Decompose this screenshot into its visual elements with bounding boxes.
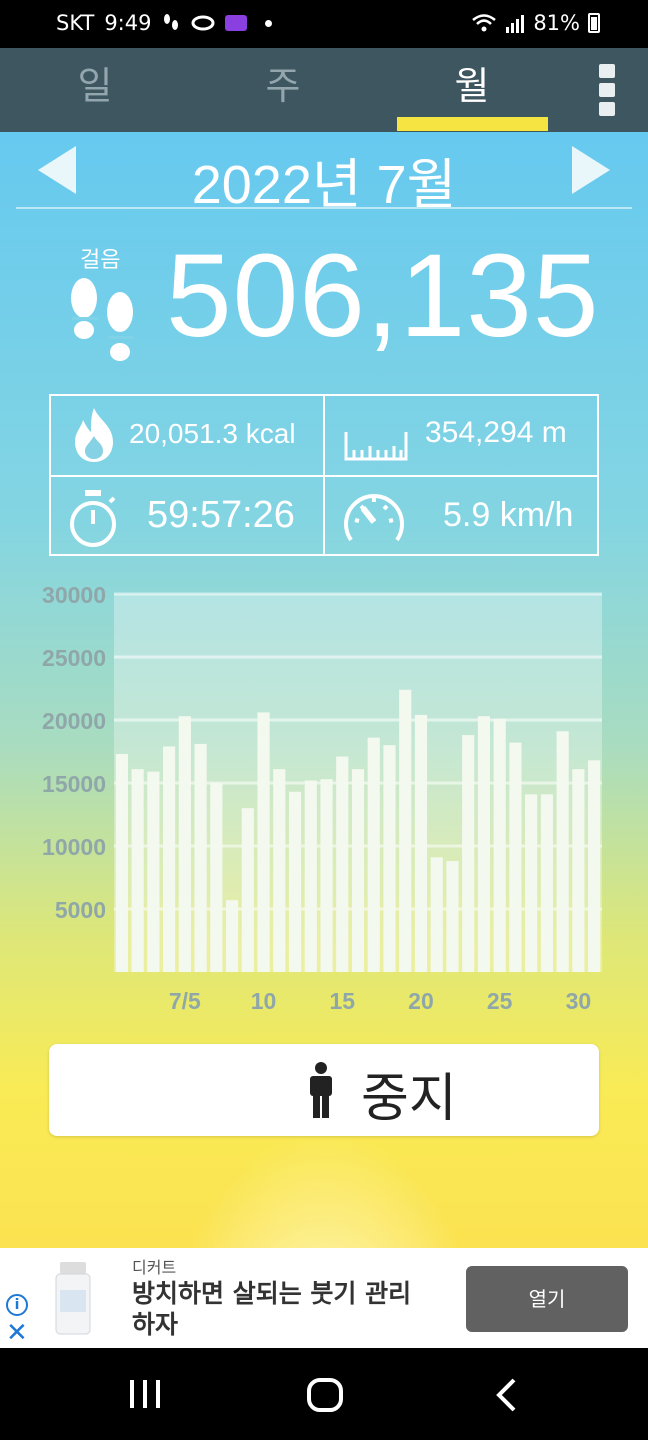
chart-bar — [194, 743, 207, 972]
chart-bar — [525, 794, 538, 972]
menu-dot — [599, 102, 615, 116]
daily-steps-chart: 5000 10000 15000 20000 25000 30000 7/5 10 15 20 25… — [42, 582, 602, 1014]
back-icon[interactable] — [494, 1378, 518, 1412]
ad-info-icon[interactable]: i — [6, 1294, 28, 1316]
chart-bar — [493, 718, 506, 972]
chart-bar — [556, 731, 569, 972]
header-divider — [16, 207, 632, 209]
chart-bar — [540, 794, 553, 972]
battery-percent: 81% — [533, 11, 580, 35]
signal-icon — [506, 15, 525, 33]
chart-bar — [351, 769, 365, 972]
steps-notification-icon — [164, 14, 179, 30]
fire-icon — [75, 408, 113, 462]
period-tab-bar: 일 주 월 — [0, 48, 648, 132]
stop-button[interactable]: 중지 — [49, 1044, 599, 1136]
app-notification-icon — [225, 15, 248, 31]
chart-bar — [572, 769, 585, 972]
chart-bar — [163, 746, 176, 972]
bowl-notification-icon — [191, 15, 215, 31]
stop-button-label: 중지 — [361, 1069, 457, 1129]
ad-brand: 디커트 — [132, 1258, 177, 1277]
active-tab-indicator — [397, 117, 548, 131]
home-icon[interactable] — [306, 1378, 344, 1412]
next-month-button[interactable] — [572, 146, 610, 194]
tab-week[interactable]: 주 — [208, 48, 358, 132]
y-tick-label: 25000 — [42, 645, 106, 671]
ad-headline: 방치하면 살되는 붓기 관리하자 — [132, 1279, 412, 1339]
ad-close-icon[interactable]: ✕ — [6, 1320, 28, 1346]
x-tick-label: 10 — [251, 988, 277, 1014]
chart-bar — [588, 760, 601, 972]
stopwatch-icon — [70, 490, 116, 547]
steps-label: 걸음 — [80, 248, 121, 273]
chart-bar — [462, 735, 475, 972]
footprints-icon — [71, 278, 134, 361]
menu-dot — [599, 64, 615, 78]
chart-bar — [414, 714, 428, 972]
battery-icon — [588, 13, 600, 33]
chart-bar — [147, 771, 160, 972]
carrier-label: SKT — [56, 11, 95, 35]
menu-dot — [599, 83, 615, 97]
wifi-icon — [472, 14, 497, 32]
chart-bar — [336, 756, 349, 972]
main-panel: 2022년 7월 걸음 506,135 20,051.3 kcal 354,29… — [0, 132, 648, 1248]
more-notifications-icon — [265, 19, 273, 27]
chart-bar — [210, 783, 223, 972]
chart-bar — [430, 857, 443, 972]
recent-apps-icon[interactable] — [128, 1378, 162, 1410]
x-tick-label: 15 — [329, 988, 355, 1014]
chart-bar — [477, 716, 491, 972]
chart-bar — [383, 745, 396, 972]
overflow-menu-button[interactable] — [596, 64, 618, 116]
person-icon — [310, 1062, 332, 1118]
speed-value: 5.9 km/h — [443, 496, 574, 534]
chart-bar — [367, 737, 380, 972]
chart-bar — [509, 742, 522, 972]
chart-bar — [320, 779, 333, 972]
y-tick-label: 5000 — [55, 897, 106, 923]
ruler-icon — [344, 432, 408, 461]
x-tick-label: 7/5 — [169, 988, 201, 1014]
steps-total: 506,135 — [166, 230, 600, 362]
chart-bar — [257, 712, 270, 972]
x-tick-label: 30 — [566, 988, 592, 1014]
distance-value: 354,294 m — [425, 416, 567, 449]
chart-bar — [446, 861, 459, 972]
y-tick-label: 20000 — [42, 708, 106, 734]
y-tick-label: 15000 — [42, 771, 106, 797]
x-tick-label: 25 — [487, 988, 513, 1014]
stats-grid: 20,051.3 kcal 354,294 m 59:57:26 5.9 km/… — [49, 394, 599, 556]
chart-bar — [225, 900, 239, 972]
chart-bar — [241, 808, 254, 972]
chart-bar — [288, 791, 302, 972]
chart-bar — [273, 769, 286, 972]
system-nav-bar — [0, 1348, 648, 1440]
ad-open-button[interactable]: 열기 — [466, 1266, 628, 1332]
chart-bar — [131, 769, 144, 972]
calories-value: 20,051.3 kcal — [129, 418, 296, 449]
stats-divider-horizontal — [51, 475, 597, 477]
ad-product-image — [55, 1262, 91, 1335]
y-tick-label: 30000 — [42, 582, 106, 608]
chart-bar — [304, 780, 317, 972]
speedometer-icon — [344, 494, 404, 542]
chart-bar — [178, 716, 191, 972]
status-bar: SKT 9:49 81% — [0, 0, 648, 48]
ad-banner[interactable]: i ✕ 디커트 방치하면 살되는 붓기 관리하자 열기 — [0, 1248, 648, 1348]
clock: 9:49 — [104, 11, 152, 35]
tab-day[interactable]: 일 — [20, 48, 170, 132]
y-tick-label: 10000 — [42, 834, 106, 860]
x-tick-label: 20 — [408, 988, 434, 1014]
duration-value: 59:57:26 — [147, 494, 295, 536]
chart-bar — [115, 754, 128, 972]
chart-bar — [399, 689, 412, 972]
previous-month-button[interactable] — [38, 146, 76, 194]
